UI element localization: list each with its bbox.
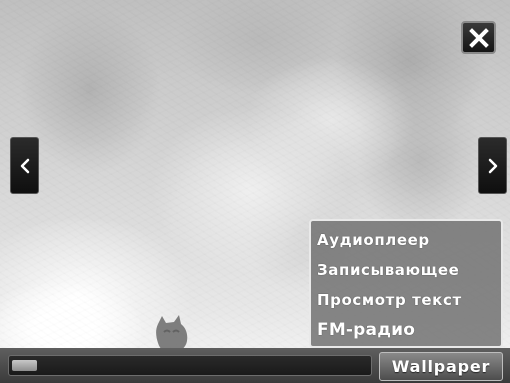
menu-item-text-viewer[interactable]: Просмотр текст (311, 285, 501, 315)
chevron-left-icon (20, 158, 29, 173)
menu-item-recorder[interactable]: Записывающее (311, 255, 501, 285)
progress-fill (12, 360, 37, 371)
next-image-button[interactable] (478, 137, 507, 194)
previous-image-button[interactable] (10, 137, 39, 194)
menu-item-audio-player[interactable]: Аудиоплеер (311, 225, 501, 255)
wallpaper-button[interactable]: Wallpaper (379, 352, 503, 381)
menu-item-fm-radio[interactable]: FM-радио (311, 315, 501, 345)
close-button[interactable] (461, 21, 496, 54)
chevron-right-icon (488, 158, 497, 173)
close-icon (468, 27, 489, 48)
progress-track[interactable] (8, 355, 372, 376)
app-menu: Аудиоплеер Записывающее Просмотр текст F… (309, 219, 503, 348)
